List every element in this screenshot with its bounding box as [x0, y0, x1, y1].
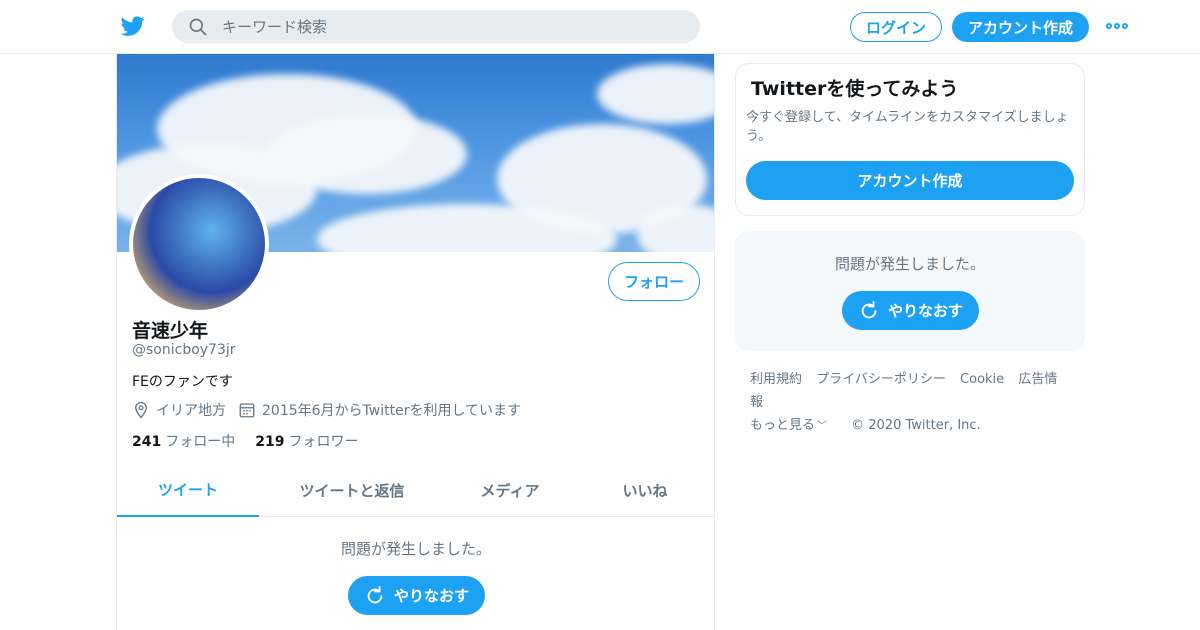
footer-link-cookie[interactable]: Cookie [960, 372, 1004, 387]
footer-more-link[interactable]: もっと見る ﹀ [750, 418, 837, 433]
footer-link-privacy[interactable]: プライバシーポリシー [816, 372, 946, 387]
following-link[interactable]: 241 フォロー中 [132, 431, 235, 451]
tab-likes[interactable]: いいね [575, 464, 714, 517]
search-bar[interactable] [172, 10, 700, 43]
tab-tweets[interactable]: ツイート [117, 464, 259, 517]
profile-bio: FEのファンです [132, 374, 233, 390]
twitter-bird-icon[interactable] [120, 14, 146, 38]
profile-location: イリア地方 [156, 403, 226, 419]
profile-tabs: ツイート ツイートと返信 メディア いいね [117, 464, 714, 517]
signup-card-button[interactable]: アカウント作成 [746, 161, 1074, 200]
search-icon [189, 18, 207, 36]
footer-links: 利用規約 プライバシーポリシー Cookie 広告情報 もっと見る ﹀ © 202… [750, 368, 1080, 438]
refresh-icon [367, 585, 383, 603]
tab-media[interactable]: メディア [445, 464, 575, 517]
more-options-icon[interactable] [1106, 18, 1130, 34]
chevron-down-icon: ﹀ [817, 421, 828, 432]
copyright: © 2020 Twitter, Inc. [851, 418, 981, 433]
signup-card-title: Twitterを使ってみよう [751, 78, 959, 100]
side-retry-button[interactable]: やりなおす [842, 291, 979, 330]
refresh-icon [861, 300, 877, 318]
signup-card-description: 今すぐ登録して、タイムラインをカスタマイズしましょう。 [746, 110, 1069, 144]
profile-column: フォロー 音速少年 @sonicboy73jr FEのファンです イリア地方 2… [116, 54, 715, 630]
location-pin-icon [135, 401, 147, 419]
profile-avatar[interactable] [129, 174, 269, 314]
signup-button[interactable]: アカウント作成 [952, 12, 1089, 42]
signup-card: Twitterを使ってみよう 今すぐ登録して、タイムラインをカスタマイズしましょ… [735, 63, 1085, 216]
user-handle: @sonicboy73jr [132, 342, 236, 358]
follow-stats: 241 フォロー中 219 フォロワー [132, 431, 358, 451]
top-bar: ログイン アカウント作成 [0, 0, 1200, 54]
timeline-error-message: 問題が発生しました。 [340, 540, 491, 558]
join-date: 2015年6月からTwitterを利用しています [262, 403, 522, 419]
profile-meta: イリア地方 2015年6月からTwitterを利用しています [132, 400, 521, 420]
calendar-icon [239, 403, 255, 418]
follow-button[interactable]: フォロー [608, 262, 700, 301]
tab-tweets-and-replies[interactable]: ツイートと返信 [259, 464, 445, 517]
login-button[interactable]: ログイン [850, 12, 942, 42]
timeline-retry-button[interactable]: やりなおす [348, 576, 485, 615]
footer-link-terms[interactable]: 利用規約 [750, 372, 802, 387]
display-name: 音速少年 [132, 320, 209, 342]
search-input[interactable] [222, 10, 682, 43]
side-error-message: 問題が発生しました。 [834, 255, 985, 273]
side-error-panel: 問題が発生しました。 やりなおす [735, 231, 1085, 351]
followers-link[interactable]: 219 フォロワー [255, 431, 358, 451]
